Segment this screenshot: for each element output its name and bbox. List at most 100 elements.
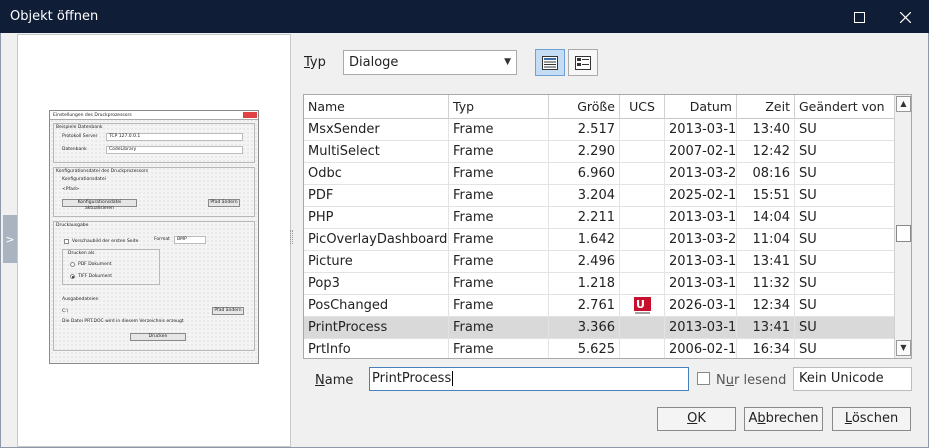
cell-date: 2007-02-19 bbox=[665, 141, 737, 163]
table-row[interactable]: MultiSelectFrame2.290 2007-02-1912:42 SU bbox=[304, 141, 895, 163]
window-title: Objekt öffnen bbox=[10, 9, 99, 24]
table-header: Name Typ Größe UCS Datum Zeit Geändert v… bbox=[304, 95, 895, 119]
cell-name: Picture bbox=[304, 251, 449, 273]
preview-section-output: Druckausgabe bbox=[56, 223, 89, 228]
cell-changed-by: SU bbox=[799, 210, 817, 225]
table-row[interactable]: OdbcFrame6.960 2013-03-2508:16 SU bbox=[304, 163, 895, 185]
type-select-value: Dialoge bbox=[349, 55, 399, 70]
scroll-thumb[interactable] bbox=[896, 225, 911, 242]
cell-ucs bbox=[620, 339, 665, 358]
cell-date: 2025-02-18 bbox=[665, 185, 737, 207]
cell-time: 12:42 bbox=[737, 141, 795, 163]
cell-type: Frame bbox=[449, 163, 549, 185]
column-header-time[interactable]: Zeit bbox=[737, 95, 795, 119]
type-select[interactable]: Dialoge ▼ bbox=[343, 50, 517, 75]
ok-button[interactable]: OK bbox=[657, 407, 736, 431]
close-button[interactable] bbox=[883, 1, 927, 34]
preview-pfad: <Pfad> bbox=[62, 187, 80, 192]
preview-collapse-button[interactable]: > bbox=[3, 215, 17, 263]
preview-radio-pdf bbox=[70, 262, 75, 267]
column-header-type[interactable]: Typ bbox=[449, 95, 549, 119]
cell-size: 2.496 bbox=[549, 251, 620, 273]
unicode-select[interactable]: Kein Unicode bbox=[793, 367, 912, 391]
preview-label-output-files: Ausgabedateien bbox=[62, 297, 99, 302]
cell-name: MsxSender bbox=[304, 119, 449, 141]
cell-size: 3.366 bbox=[549, 317, 620, 339]
preview-pfad-button-2: Pfad ändern bbox=[212, 307, 244, 315]
details-view-button[interactable] bbox=[535, 49, 565, 76]
cell-changed-by: SU bbox=[799, 320, 817, 335]
scroll-down-icon[interactable]: ▼ bbox=[896, 340, 911, 356]
table-row[interactable]: Pop3Frame1.218 2013-03-1411:32 SU bbox=[304, 273, 895, 295]
details-view-icon bbox=[542, 55, 558, 70]
preview-radio-tiff-label: TIFF Dokument bbox=[78, 274, 112, 279]
table-row[interactable]: MsxSenderFrame2.517 2013-03-1113:40 SU bbox=[304, 119, 895, 141]
cell-date: 2013-03-25 bbox=[665, 229, 737, 251]
table-row[interactable]: PictureFrame2.496 2013-03-1113:41 SU bbox=[304, 251, 895, 273]
table-row[interactable]: PDFFrame3.204 2025-02-1815:51 SU bbox=[304, 185, 895, 207]
preview-close-icon bbox=[243, 112, 257, 118]
cell-size: 5.625 bbox=[549, 339, 620, 358]
cell-date: 2013-03-11 bbox=[665, 119, 737, 141]
unicode-icon: U bbox=[634, 297, 651, 315]
table-scrollbar[interactable]: ▲ ▼ bbox=[894, 95, 911, 358]
list-view-button[interactable] bbox=[568, 49, 598, 76]
cell-ucs bbox=[620, 185, 665, 207]
table-row[interactable]: PicOverlayDashboardFrame1.642 2013-03-251… bbox=[304, 229, 895, 251]
delete-button[interactable]: Löschen bbox=[832, 407, 911, 431]
column-header-ucs[interactable]: UCS bbox=[620, 95, 665, 119]
table-row[interactable]: PosChangedFrame2.761 U 2026-03-1012:34 SU bbox=[304, 295, 895, 317]
cell-type: Frame bbox=[449, 119, 549, 141]
name-label: Name bbox=[315, 373, 354, 388]
cell-name: PHP bbox=[304, 207, 449, 229]
preview-print-button: Drucken bbox=[130, 333, 186, 341]
cell-name: PicOverlayDashboard bbox=[304, 229, 449, 251]
cell-size: 2.290 bbox=[549, 141, 620, 163]
chevron-right-icon: > bbox=[5, 232, 15, 246]
cancel-button[interactable]: Abbrechen bbox=[744, 407, 823, 431]
preview-note: Die Datei PRT.DOC wird in diesem Verzeic… bbox=[62, 319, 184, 324]
preview-field-db: CodeLibrary bbox=[106, 146, 243, 154]
cell-date: 2013-03-25 bbox=[665, 163, 737, 185]
cell-name: Odbc bbox=[304, 163, 449, 185]
cell-changed-by: SU bbox=[799, 122, 817, 137]
preview-section-db: Beispiele Datenbank bbox=[56, 125, 103, 130]
maximize-button[interactable] bbox=[837, 1, 881, 34]
cell-type: Frame bbox=[449, 141, 549, 163]
cell-time: 13:40 bbox=[737, 119, 795, 141]
cell-type: Frame bbox=[449, 229, 549, 251]
preview-label-server: Protokoll Server bbox=[62, 134, 98, 139]
name-input[interactable]: PrintProcess bbox=[369, 367, 689, 391]
scroll-up-icon[interactable]: ▲ bbox=[896, 96, 911, 112]
table-row[interactable]: PrintProcessFrame3.366 2013-03-1113:41 SU bbox=[304, 317, 895, 339]
read-only-checkbox[interactable] bbox=[697, 372, 710, 385]
cell-changed-by: SU bbox=[799, 254, 817, 269]
preview-title: Einstellungen des Druckprozessors bbox=[50, 111, 258, 120]
preview-label-format: Format bbox=[154, 237, 170, 242]
cell-type: Frame bbox=[449, 295, 549, 317]
cell-name: PrtInfo bbox=[304, 339, 449, 358]
cell-date: 2026-03-10 bbox=[665, 295, 737, 317]
column-header-size[interactable]: Größe bbox=[549, 95, 620, 119]
preview-drive: C:\ bbox=[62, 309, 69, 314]
cell-name: PDF bbox=[304, 185, 449, 207]
cell-ucs bbox=[620, 141, 665, 163]
preview-format-select: BMP bbox=[174, 236, 206, 244]
cell-time: 16:34 bbox=[737, 339, 795, 358]
pane-splitter[interactable] bbox=[290, 230, 293, 244]
cell-time: 12:34 bbox=[737, 295, 795, 317]
column-header-date[interactable]: Datum bbox=[665, 95, 737, 119]
table-row[interactable]: PrtInfoFrame5.625 2006-02-1016:34 SU bbox=[304, 339, 895, 358]
column-header-changed-by[interactable]: Geändert von bbox=[795, 95, 895, 119]
title-bar: Objekt öffnen bbox=[0, 0, 929, 33]
column-header-name[interactable]: Name bbox=[304, 95, 449, 119]
cell-changed-by: SU bbox=[799, 342, 817, 357]
table-row[interactable]: PHPFrame2.211 2013-03-1114:04 SU bbox=[304, 207, 895, 229]
list-view-icon bbox=[575, 55, 591, 70]
dialog-body: > Einstellungen des Druckprozessors Beis… bbox=[0, 33, 929, 448]
cell-changed-by: SU bbox=[799, 188, 817, 203]
cell-ucs bbox=[620, 317, 665, 339]
preview-update-button: Konfigurationsdatei aktualisieren bbox=[62, 199, 137, 211]
preview-label-printas: Drucken als bbox=[68, 251, 95, 256]
cell-ucs bbox=[620, 229, 665, 251]
